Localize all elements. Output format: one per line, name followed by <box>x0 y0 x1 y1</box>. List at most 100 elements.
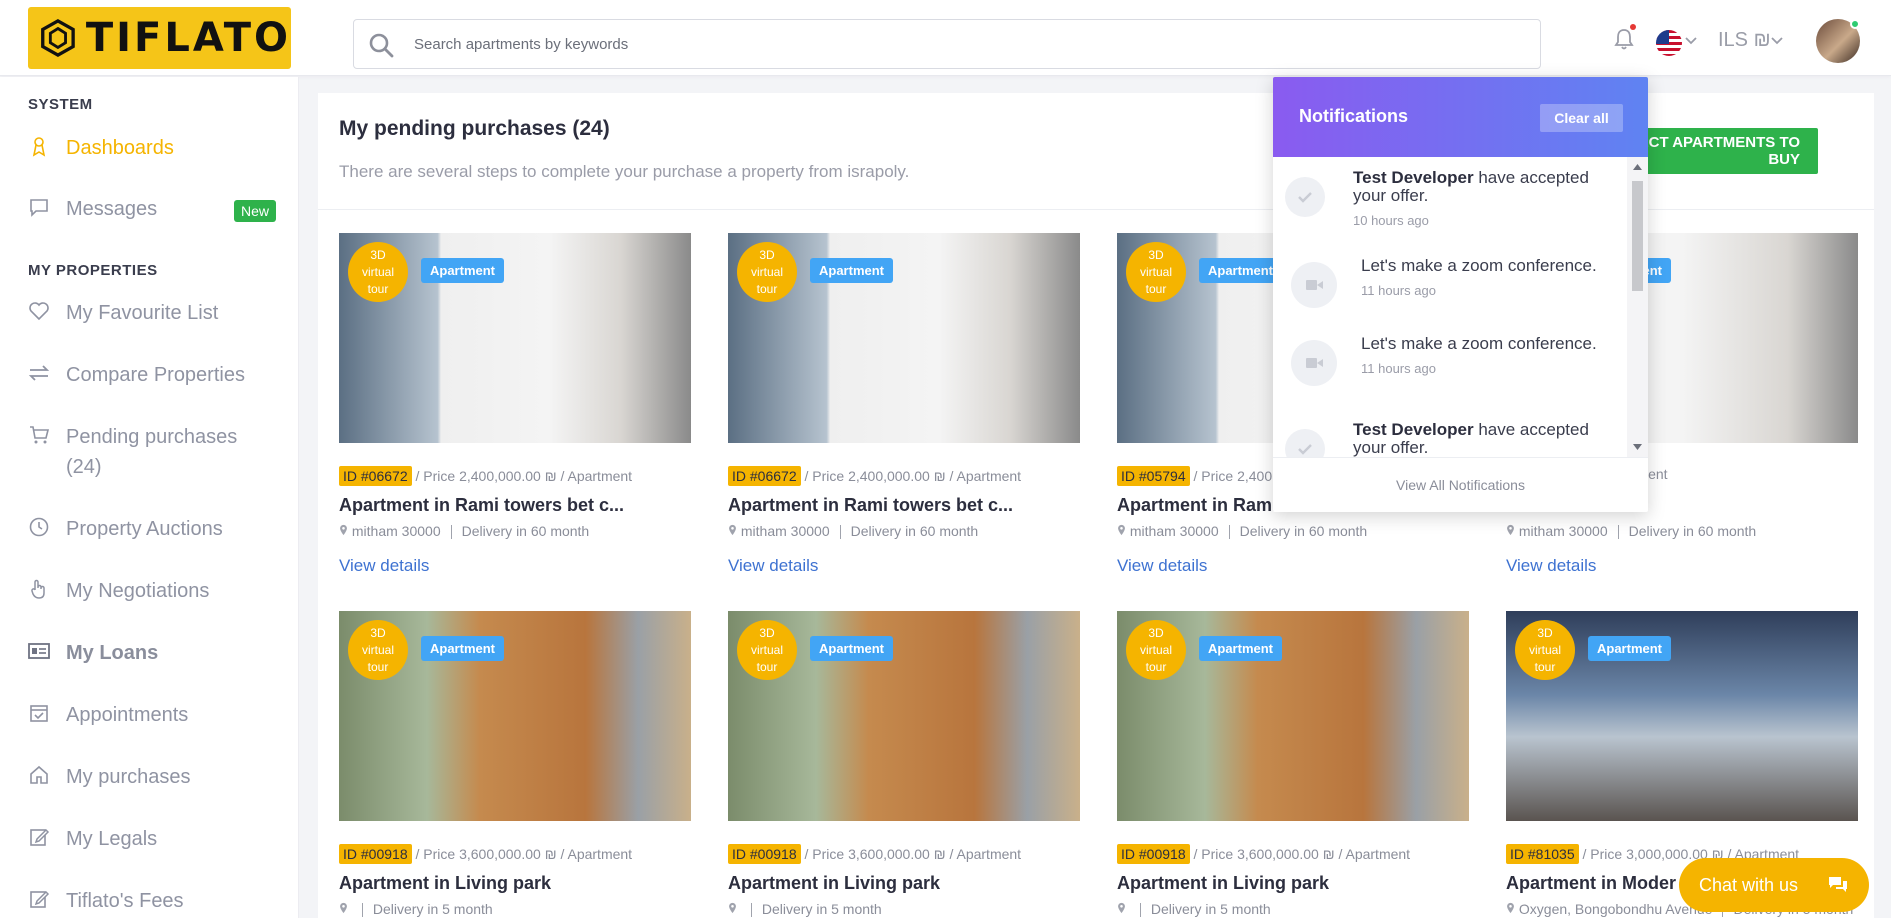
property-title[interactable]: Apartment in Living park <box>339 873 551 894</box>
delivery-text: Delivery in 5 month <box>1150 901 1271 917</box>
notifications-list[interactable]: Test Developer have accepted your offer.… <box>1273 157 1648 457</box>
location-text: Oxygen, Bongobondhu Avenue <box>1518 901 1713 917</box>
view-details-link[interactable]: View details <box>339 556 429 576</box>
chevron-down-icon[interactable] <box>1770 36 1784 46</box>
property-image[interactable]: 3Dvirtualtour Apartment <box>339 611 691 821</box>
sidebar-item-pending-purchases[interactable]: Pending purchases (24) <box>28 422 278 482</box>
property-card[interactable]: 3D virtual tour Apartment ID #00918 / Pric… <box>728 611 1080 918</box>
view-details-link[interactable]: View details <box>1506 556 1596 576</box>
delivery-text: Delivery in 60 month <box>1239 523 1368 539</box>
scroll-thumb[interactable] <box>1632 181 1643 291</box>
property-image[interactable]: 3Dvirtualtour Apartment <box>1506 611 1858 821</box>
separator <box>1139 903 1141 918</box>
map-pin-icon <box>729 524 736 536</box>
notification-dot <box>1630 24 1636 30</box>
property-meta: ID #00918 / Price 3,600,000.00 ₪ / Apart… <box>728 844 1021 864</box>
map-pin-icon <box>1118 524 1125 536</box>
property-title[interactable]: Apartment in Living park <box>728 873 940 894</box>
map-pin-icon <box>729 902 736 914</box>
property-id-badge: ID #06672 <box>339 466 412 486</box>
currency-selector[interactable]: ILS ₪ <box>1718 29 1771 52</box>
bell-icon[interactable] <box>1613 27 1635 51</box>
notification-item[interactable]: Test Developer have accepted your offer.… <box>1273 157 1628 237</box>
clear-all-button[interactable]: Clear all <box>1540 104 1623 132</box>
scroll-down-icon[interactable] <box>1627 441 1648 453</box>
sidebar-item-favourites[interactable]: My Favourite List <box>28 298 278 328</box>
sidebar-item-messages[interactable]: Messages New <box>28 194 278 224</box>
map-pin-icon <box>1507 524 1514 536</box>
map-pin-icon <box>340 902 347 914</box>
heart-icon <box>29 302 49 321</box>
notification-item[interactable]: Let's make a zoom conference. 11 hours a… <box>1273 315 1628 393</box>
property-price: / Price 2,400,000.00 ₪ / Apartment <box>411 468 633 484</box>
sidebar-item-my-purchases[interactable]: My purchases <box>28 762 278 792</box>
property-meta: ID #06672 / Price 2,400,000.00 ₪ / Apart… <box>728 466 1021 486</box>
notification-text: Test Developer have accepted your offer. <box>1353 420 1589 457</box>
search-icon <box>369 33 394 58</box>
logo-text: TIFLATO <box>85 15 291 61</box>
sidebar-item-fees[interactable]: Tiflato's Fees <box>28 886 278 916</box>
property-card[interactable]: 3D virtual tour Apartment ID #06672 / Pric… <box>339 233 691 575</box>
sidebar-item-negotiations[interactable]: My Negotiations <box>28 576 278 606</box>
sidebar-item-appointments[interactable]: Appointments <box>28 700 278 730</box>
delivery-text: Delivery in 60 month <box>461 523 590 539</box>
page-subtitle: There are several steps to complete your… <box>339 162 910 181</box>
page-title: My pending purchases (24) <box>339 117 610 140</box>
notification-item[interactable]: Let's make a zoom conference. 11 hours a… <box>1273 237 1628 315</box>
property-image[interactable]: 3Dvirtualtour Apartment <box>728 233 1080 443</box>
video-icon <box>1291 340 1337 386</box>
virtual-tour-badge[interactable]: 3Dvirtualtour <box>1126 242 1186 302</box>
property-id-badge: ID #81035 <box>1506 844 1579 864</box>
location-text: mitham 30000 <box>1518 523 1608 539</box>
tiflato-logo[interactable]: TIFLATO <box>28 7 291 69</box>
virtual-tour-badge[interactable]: 3Dvirtualtour <box>737 620 797 680</box>
property-title[interactable]: Apartment in Rami towers bet c... <box>728 495 1013 516</box>
view-all-notifications-link[interactable]: View All Notifications <box>1273 457 1648 512</box>
virtual-tour-badge[interactable]: 3Dvirtualtour <box>1126 620 1186 680</box>
virtual-tour-badge[interactable]: 3Dvirtualtour <box>348 242 408 302</box>
top-header: TIFLATO ILS ₪ <box>0 0 1891 76</box>
property-card[interactable]: 3D virtual tour Apartment ID #00918 / Pric… <box>1117 611 1469 918</box>
property-title[interactable]: Apartment in Living park <box>1117 873 1329 894</box>
sidebar-item-legals[interactable]: My Legals <box>28 824 278 854</box>
sidebar-item-compare[interactable]: Compare Properties <box>28 360 278 390</box>
sidebar-item-auctions[interactable]: Property Auctions <box>28 514 278 544</box>
chevron-down-icon[interactable] <box>1684 36 1698 46</box>
sidebar: SYSTEM Dashboards Messages New MY PROPER… <box>0 77 299 918</box>
sidebar-item-label: Compare Properties <box>66 364 245 386</box>
sidebar-item-label: My Loans <box>66 642 159 664</box>
notifications-scrollbar[interactable] <box>1627 157 1648 457</box>
property-card[interactable]: 3D virtual tour Apartment ID #00918 / Pric… <box>339 611 691 918</box>
property-title[interactable]: Apartment in Rami towers bet c... <box>339 495 624 516</box>
virtual-tour-badge[interactable]: 3Dvirtualtour <box>348 620 408 680</box>
notification-time: 10 hours ago <box>1353 213 1429 228</box>
home-icon <box>30 765 48 784</box>
view-details-link[interactable]: View details <box>1117 556 1207 576</box>
property-image[interactable]: 3Dvirtualtour Apartment <box>1117 611 1469 821</box>
check-icon <box>1285 177 1325 217</box>
sidebar-item-loans[interactable]: My Loans <box>28 638 278 668</box>
separator <box>450 525 452 540</box>
property-card[interactable]: 3D virtual tour Apartment ID #06672 / Pric… <box>728 233 1080 575</box>
notification-item[interactable]: Test Developer have accepted your offer. <box>1273 393 1628 457</box>
notifications-header: Notifications Clear all <box>1273 77 1648 157</box>
property-location: mitham 30000 Delivery in 60 month <box>728 523 978 540</box>
search-input[interactable] <box>414 20 1514 68</box>
chat-with-us-button[interactable]: Chat with us <box>1679 858 1869 912</box>
video-icon <box>1291 262 1337 308</box>
property-title[interactable]: Apartment in Moder S <box>1506 873 1693 894</box>
property-image[interactable]: 3Dvirtualtour Apartment <box>339 233 691 443</box>
property-title[interactable]: Apartment in Rami t <box>1117 495 1288 516</box>
chat-bubbles-icon <box>1829 877 1847 892</box>
property-card[interactable]: 3D virtual tour Apartment ID #81035 / Pric… <box>1506 611 1858 918</box>
property-image[interactable]: 3Dvirtualtour Apartment <box>728 611 1080 821</box>
virtual-tour-badge[interactable]: 3Dvirtualtour <box>1515 620 1575 680</box>
sidebar-item-dashboards[interactable]: Dashboards <box>28 133 278 163</box>
us-flag-icon[interactable] <box>1656 30 1682 56</box>
view-details-link[interactable]: View details <box>728 556 818 576</box>
sidebar-item-label: Pending purchases (24) <box>66 426 238 478</box>
virtual-tour-badge[interactable]: 3Dvirtualtour <box>737 242 797 302</box>
search-bar[interactable] <box>353 19 1541 69</box>
hand-icon <box>31 579 45 599</box>
scroll-up-icon[interactable] <box>1627 161 1648 173</box>
